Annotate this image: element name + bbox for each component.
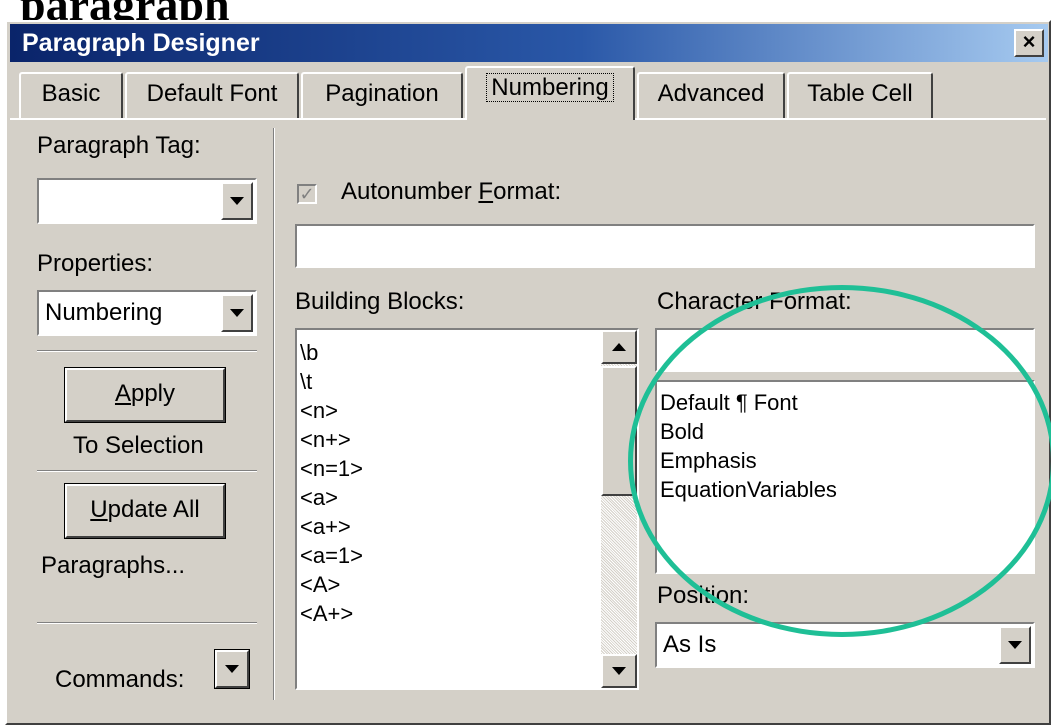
title-bar[interactable]: Paragraph Designer ×	[10, 24, 1048, 62]
tab-advanced[interactable]: Advanced	[637, 72, 785, 118]
paragraph-designer-window: Paragraph Designer × Basic Default Font …	[5, 20, 1051, 725]
tab-basic[interactable]: Basic	[19, 72, 123, 118]
tab-numbering[interactable]: Numbering	[465, 66, 635, 120]
close-icon: ×	[1022, 29, 1036, 54]
tab-default-font[interactable]: Default Font	[125, 72, 299, 118]
tab-table-cell[interactable]: Table Cell	[787, 72, 933, 118]
numbering-tab-panel	[10, 118, 1046, 720]
close-button[interactable]: ×	[1014, 29, 1044, 57]
tab-pagination[interactable]: Pagination	[301, 72, 463, 118]
window-title: Paragraph Designer	[22, 29, 260, 57]
